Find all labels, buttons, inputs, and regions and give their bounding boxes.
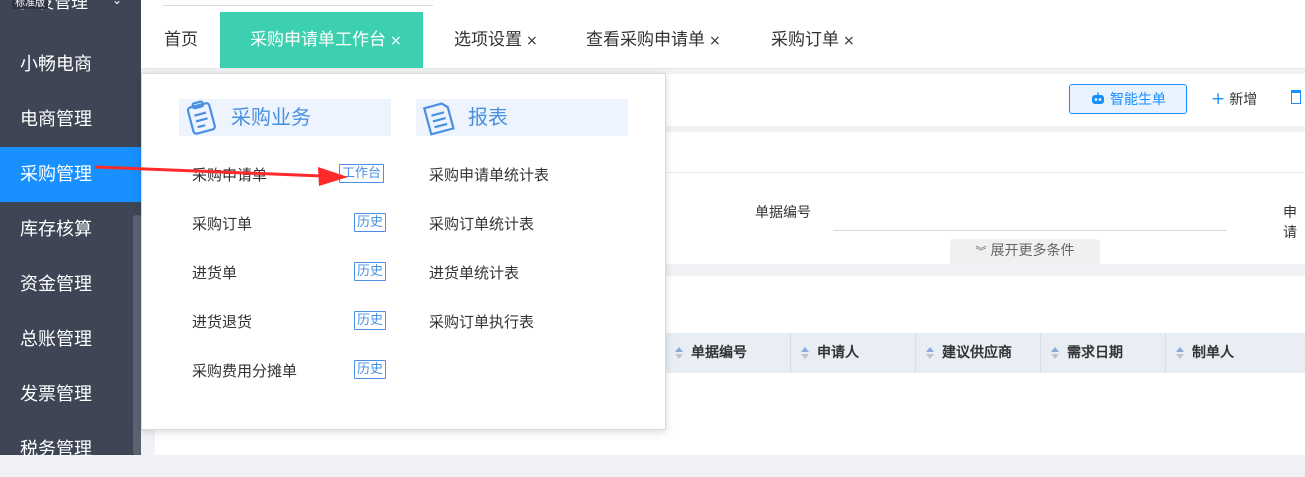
column-creator[interactable]: 制单人 [1166,333,1305,373]
sidebar: 批发管理 标准版 ⌄ 小畅电商 电商管理 采购管理 库存核算 资金管理 总账管理… [0,0,141,460]
column-label: 申请人 [817,345,859,361]
clipboard-icon [186,100,216,135]
tab-label: 采购申请单工作台 [250,30,386,50]
sidebar-item-funds[interactable]: 资金管理 [0,257,141,312]
tab-purchase-order[interactable]: 采购订单 × [771,12,855,68]
sort-icon[interactable] [926,347,934,359]
sidebar-item-ecommerce[interactable]: 电商管理 [0,92,141,147]
column-label: 制单人 [1192,345,1234,361]
sidebar-item-invoice[interactable]: 发票管理 [0,367,141,422]
section-report: 报表 [416,99,628,136]
close-icon[interactable]: × [709,33,721,49]
menu-item-purchase-order[interactable]: 采购订单 [192,213,252,234]
tab-option-settings[interactable]: 选项设置 × [454,12,538,68]
edition-badge: 标准版 [12,0,48,9]
tab-label: 选项设置 [454,30,522,50]
menu-item-purchase-return[interactable]: 进货退货 [192,311,252,332]
purchase-menu-popup: 采购业务 报表 采购申请单 工作台 采购订单 历史 进货单 历史 进货退货 历史… [141,73,666,430]
tab-view-purchase-request[interactable]: 查看采购申请单 × [586,12,721,68]
section-title: 采购业务 [231,105,311,129]
workbench-tag[interactable]: 工作台 [339,164,385,183]
tab-purchase-request-workbench[interactable]: 采购申请单工作台 × [220,12,423,68]
menu-item-order-statistics[interactable]: 采购订单统计表 [429,213,534,234]
section-purchase-business: 采购业务 [179,99,391,136]
doc-no-label: 单据编号 [755,205,811,221]
column-label: 需求日期 [1067,345,1123,361]
section-title: 报表 [468,105,508,129]
history-tag[interactable]: 历史 [354,360,387,379]
smart-generate-label: 智能生单 [1110,92,1166,108]
history-tag[interactable]: 历史 [354,262,387,281]
menu-item-order-execution[interactable]: 采购订单执行表 [429,311,534,332]
request-label: 申请 [1283,205,1297,241]
expand-conditions-button[interactable]: ︾ 展开更多条件 [950,239,1100,264]
sort-icon[interactable] [675,347,683,359]
menu-item-cost-allocation[interactable]: 采购费用分摊单 [192,360,297,381]
column-need-date[interactable]: 需求日期 [1041,333,1166,373]
column-label: 建议供应商 [942,345,1012,361]
column-label: 单据编号 [691,345,747,361]
tab-label: 采购订单 [771,30,839,50]
expand-label: 展开更多条件 [990,243,1075,259]
tab-bar: 首页 采购申请单工作台 × 选项设置 × 查看采购申请单 × 采购订单 × [141,12,1305,69]
tab-label: 查看采购申请单 [586,30,705,50]
sidebar-item-inventory[interactable]: 库存核算 [0,202,141,257]
chevron-down-icon: ⌄ [112,0,123,7]
robot-icon [1092,92,1104,104]
sort-icon[interactable] [1051,347,1059,359]
sidebar-item-tax[interactable]: 税务管理 [0,422,141,477]
trash-icon[interactable] [1291,90,1301,104]
menu-item-receipt-statistics[interactable]: 进货单统计表 [429,262,519,283]
smart-generate-button[interactable]: 智能生单 [1069,84,1187,114]
menu-item-request-statistics[interactable]: 采购申请单统计表 [429,164,549,185]
tab-label: 首页 [164,30,198,50]
top-strip [141,0,1305,12]
add-label: 新增 [1229,92,1258,108]
doc-no-input[interactable] [833,196,1227,231]
plus-icon: + [1211,89,1226,109]
add-button[interactable]: + 新增 [1211,84,1257,114]
report-icon [422,102,455,136]
history-tag[interactable]: 历史 [354,213,387,232]
history-tag[interactable]: 历史 [354,311,387,330]
sort-icon[interactable] [801,347,809,359]
double-chevron-down-icon: ︾ [975,245,987,258]
sort-icon[interactable] [1176,347,1184,359]
column-applicant[interactable]: 申请人 [791,333,916,373]
sidebar-scrollbar[interactable] [133,215,141,455]
close-icon[interactable]: × [390,33,402,49]
sidebar-item-xiaochang-ecommerce[interactable]: 小畅电商 [0,37,141,92]
sidebar-item-purchase[interactable]: 采购管理 [0,147,141,202]
close-icon[interactable]: × [526,33,538,49]
close-icon[interactable]: × [843,33,855,49]
column-doc-no[interactable]: 单据编号 [665,333,791,373]
column-supplier[interactable]: 建议供应商 [916,333,1041,373]
menu-item-purchase-request[interactable]: 采购申请单 [192,164,267,185]
sidebar-item-ledger[interactable]: 总账管理 [0,312,141,367]
tab-home[interactable]: 首页 [164,12,198,68]
menu-item-receipt[interactable]: 进货单 [192,262,237,283]
